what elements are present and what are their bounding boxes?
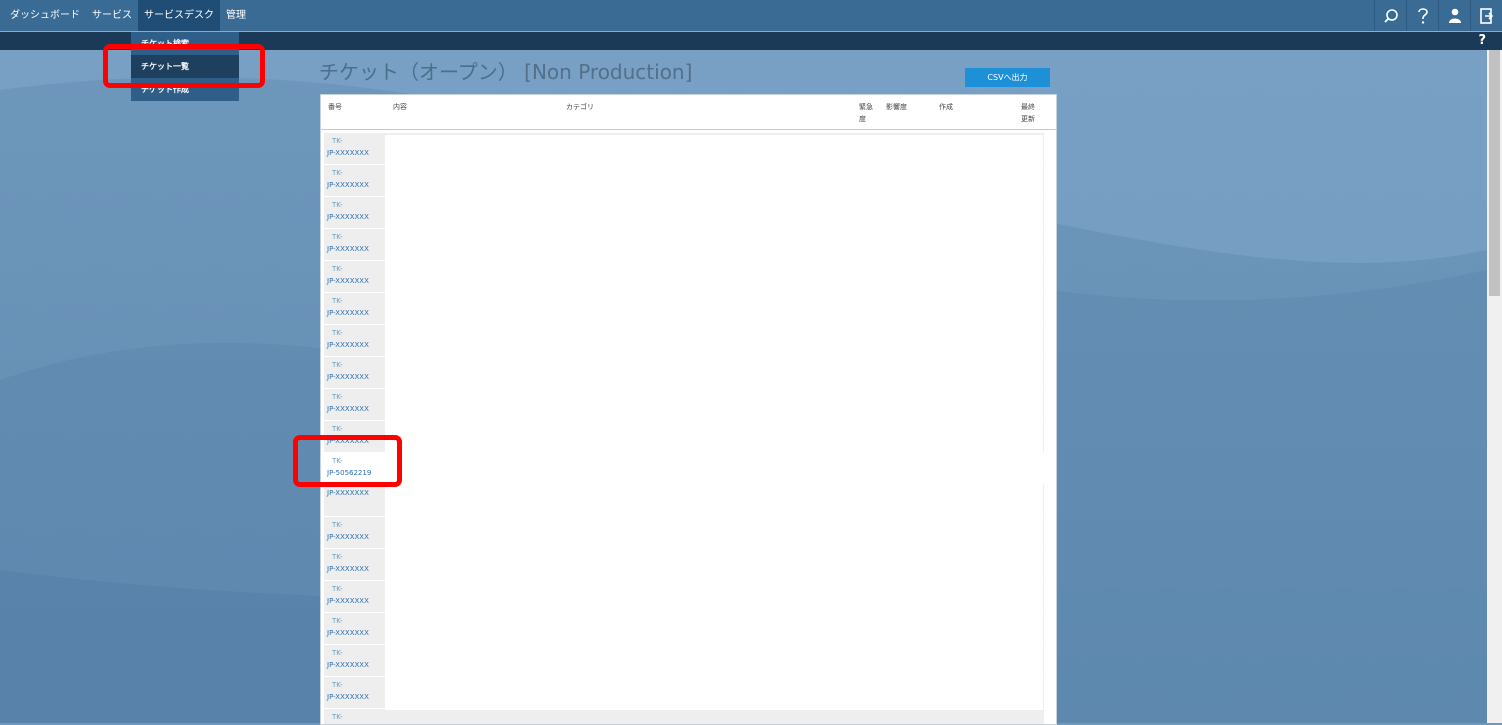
column-header-category[interactable]: カテゴリ <box>566 101 594 113</box>
ticket-id-link[interactable]: TK- JP-XXXXXXX <box>327 679 369 703</box>
ticket-number: JP-XXXXXXX <box>327 181 369 189</box>
ticket-number: JP-XXXXXXX <box>327 693 369 701</box>
ticket-prefix: TK- <box>332 169 343 177</box>
ticket-id-link[interactable]: TK- JP-XXXXXXX <box>327 263 369 287</box>
ticket-prefix: TK- <box>332 681 343 689</box>
ticket-number: JP-XXXXXXX <box>327 629 369 637</box>
column-header-impact[interactable]: 影響度 <box>886 101 907 113</box>
ticket-id-link[interactable]: TK- JP-XXXXXXX <box>327 295 369 319</box>
ticket-prefix: TK- <box>332 233 343 241</box>
ticket-id-link[interactable]: TK- JP-XXXXXXX <box>327 583 369 607</box>
ticket-id-link[interactable]: TK- JP-XXXXXXX <box>327 199 369 223</box>
ticket-id-link[interactable]: TK- JP-XXXXXXX <box>327 359 369 383</box>
help-icon[interactable] <box>1406 0 1438 31</box>
nav-service[interactable]: サービス <box>86 0 138 31</box>
ticket-id-link[interactable]: TK- JP-XXXXXXX <box>327 167 369 191</box>
ticket-prefix: TK- <box>332 425 343 433</box>
ticket-prefix: TK- <box>332 361 343 369</box>
menu-item-ticket-create[interactable]: チケット作成 <box>131 78 239 101</box>
ticket-prefix: TK- <box>332 297 343 305</box>
ticket-number: JP-XXXXXXX <box>327 597 369 605</box>
ticket-prefix: TK- <box>332 329 343 337</box>
ticket-prefix: TK- <box>332 457 343 465</box>
ticket-id-link[interactable]: TK- JP-XXXXXXX <box>327 615 369 639</box>
ticket-number: JP-XXXXXXX <box>327 533 369 541</box>
ticket-prefix: TK- <box>332 553 343 561</box>
ticket-number: JP-XXXXXXX <box>327 565 369 573</box>
page-title-text: チケット（オープン） <box>319 60 518 84</box>
ticket-number: JP-50562219 <box>327 469 372 477</box>
menu-item-ticket-list[interactable]: チケット一覧 <box>131 55 239 78</box>
ticket-number: JP-XXXXXXX <box>327 245 369 253</box>
ticket-id-link[interactable]: TK- JP-XXXXXXX <box>327 423 369 447</box>
column-header-content[interactable]: 内容 <box>393 101 407 113</box>
ticket-id-link[interactable]: TK- JP-XXXXXXX <box>327 327 369 351</box>
ticket-id-link[interactable]: JP-XXXXXXX <box>327 487 369 499</box>
ticket-prefix: TK- <box>332 617 343 625</box>
nav-dashboard[interactable]: ダッシュボード <box>0 0 86 31</box>
ticket-prefix: TK- <box>332 393 343 401</box>
ticket-id-link[interactable]: TK- JP-XXXXXXX <box>327 231 369 255</box>
ticket-id-link[interactable]: TK- JP-XXXXXXX <box>327 519 369 543</box>
nav-service-desk[interactable]: サービスデスク <box>138 0 220 31</box>
ticket-number: JP-XXXXXXX <box>327 277 369 285</box>
page-title: チケット（オープン） [Non Production] <box>319 56 692 85</box>
ticket-id-link[interactable]: TK- JP-XXXXXXX <box>327 391 369 415</box>
ticket-id-link[interactable]: TK- JP-XXXXXXX <box>327 647 369 671</box>
ticket-number: JP-XXXXXXX <box>327 489 369 497</box>
export-csv-button[interactable]: CSVへ出力 <box>965 68 1050 87</box>
page-scrollbar[interactable] <box>1487 50 1502 723</box>
logout-icon[interactable] <box>1470 0 1502 31</box>
ticket-prefix: TK- <box>332 649 343 657</box>
ticket-number: JP-XXXXXXX <box>327 373 369 381</box>
service-desk-dropdown: チケット検索 チケット一覧 チケット作成 <box>131 32 239 101</box>
top-icon-group <box>1374 0 1502 31</box>
ticket-prefix: TK- <box>332 201 343 209</box>
ticket-number: JP-XXXXXXX <box>327 405 369 413</box>
help-link[interactable]: ? <box>1478 32 1486 50</box>
nav-admin[interactable]: 管理 <box>220 0 252 31</box>
column-header-created[interactable]: 作成 <box>939 101 953 113</box>
ticket-number: JP-XXXXXXX <box>327 437 369 445</box>
user-icon[interactable] <box>1438 0 1470 31</box>
ticket-id-link[interactable]: TK- JP-XXXXXXX <box>327 551 369 575</box>
ticket-id-link[interactable]: TK- JP-50562219 <box>327 455 371 479</box>
ticket-number: JP-XXXXXXX <box>327 213 369 221</box>
ticket-number: JP-XXXXXXX <box>327 309 369 317</box>
ticket-prefix: TK- <box>332 137 343 145</box>
table-header: 番号 内容 カテゴリ 緊急度 影響度 作成 最終更新 <box>321 95 1056 130</box>
ticket-number: JP-XXXXXXX <box>327 149 369 157</box>
environment-label: [Non Production] <box>524 60 693 84</box>
ticket-number: JP-XXXXXXX <box>327 341 369 349</box>
ticket-prefix: TK- <box>332 585 343 593</box>
column-header-urgency[interactable]: 緊急度 <box>859 101 875 125</box>
main-nav: ダッシュボード サービス サービスデスク 管理 <box>0 0 252 31</box>
ticket-number: JP-XXXXXXX <box>327 661 369 669</box>
search-icon[interactable] <box>1374 0 1406 31</box>
ticket-prefix: TK- <box>332 265 343 273</box>
ticket-id-link[interactable]: TK- JP-XXXXXXX <box>327 135 369 159</box>
scrollbar-thumb[interactable] <box>1489 50 1500 296</box>
ticket-table: 番号 内容 カテゴリ 緊急度 影響度 作成 最終更新 TK- JP-XXXXXXX… <box>320 94 1057 725</box>
ticket-prefix: TK- <box>332 521 343 529</box>
top-navigation-bar: ダッシュボード サービス サービスデスク 管理 <box>0 0 1502 32</box>
column-header-number[interactable]: 番号 <box>328 101 342 113</box>
menu-item-ticket-search[interactable]: チケット検索 <box>131 32 239 55</box>
column-header-updated[interactable]: 最終更新 <box>1021 101 1039 125</box>
redacted-area <box>385 135 1043 710</box>
ticket-prefix: TK- <box>332 713 343 721</box>
